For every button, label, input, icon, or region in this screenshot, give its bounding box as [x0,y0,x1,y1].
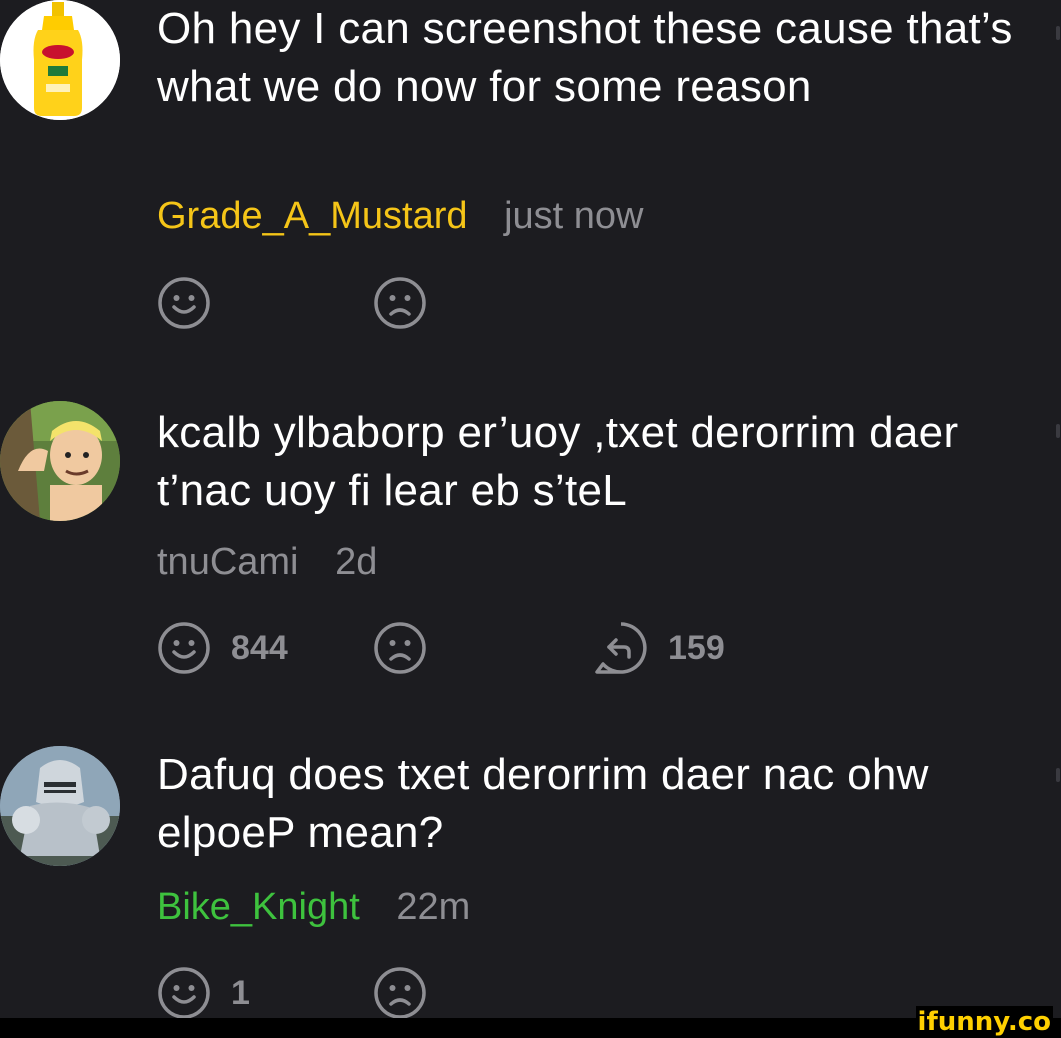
smile-button[interactable] [157,276,211,330]
mustard-bottle-icon [0,0,120,120]
cartoon-man-icon [0,401,120,521]
smile-button[interactable]: 1 [157,966,250,1020]
ifunny-watermark: ifunny.co [915,1006,1053,1038]
unsmile-button[interactable] [373,966,427,1020]
avatar[interactable] [0,0,120,120]
comment-text: kcalb ylbaborp er’uoy ,txet derorrim dae… [157,408,959,515]
smile-icon [158,967,210,1019]
avatar[interactable] [0,746,120,866]
timestamp: 2d [335,541,378,583]
frown-icon [374,622,426,674]
timestamp: just now [504,195,644,237]
frown-icon [374,277,426,329]
username[interactable]: tnuCami [157,541,299,583]
avatar[interactable] [0,401,120,521]
timestamp: 22m [396,886,471,928]
smile-button[interactable]: 844 [157,621,288,675]
overflow-menu-icon[interactable] [1056,26,1060,40]
unsmile-button[interactable] [373,276,427,330]
overflow-menu-icon[interactable] [1056,768,1060,782]
footer-bar [0,1018,1061,1038]
reply-count: 159 [668,628,725,667]
overflow-menu-icon[interactable] [1056,424,1060,438]
smile-icon [158,622,210,674]
frown-icon [374,967,426,1019]
comment-text: Dafuq does txet derorrim daer nac ohw el… [157,750,929,857]
smile-count: 844 [231,628,288,667]
smile-count: 1 [231,973,250,1012]
armored-knight-icon [0,746,120,866]
comment-text: Oh hey I can screenshot these cause that… [157,4,1013,111]
username[interactable]: Grade_A_Mustard [157,195,468,237]
smile-icon [158,277,210,329]
username[interactable]: Bike_Knight [157,886,360,928]
replies-button[interactable]: 159 [594,621,725,675]
reply-icon [595,622,647,674]
unsmile-button[interactable] [373,621,427,675]
